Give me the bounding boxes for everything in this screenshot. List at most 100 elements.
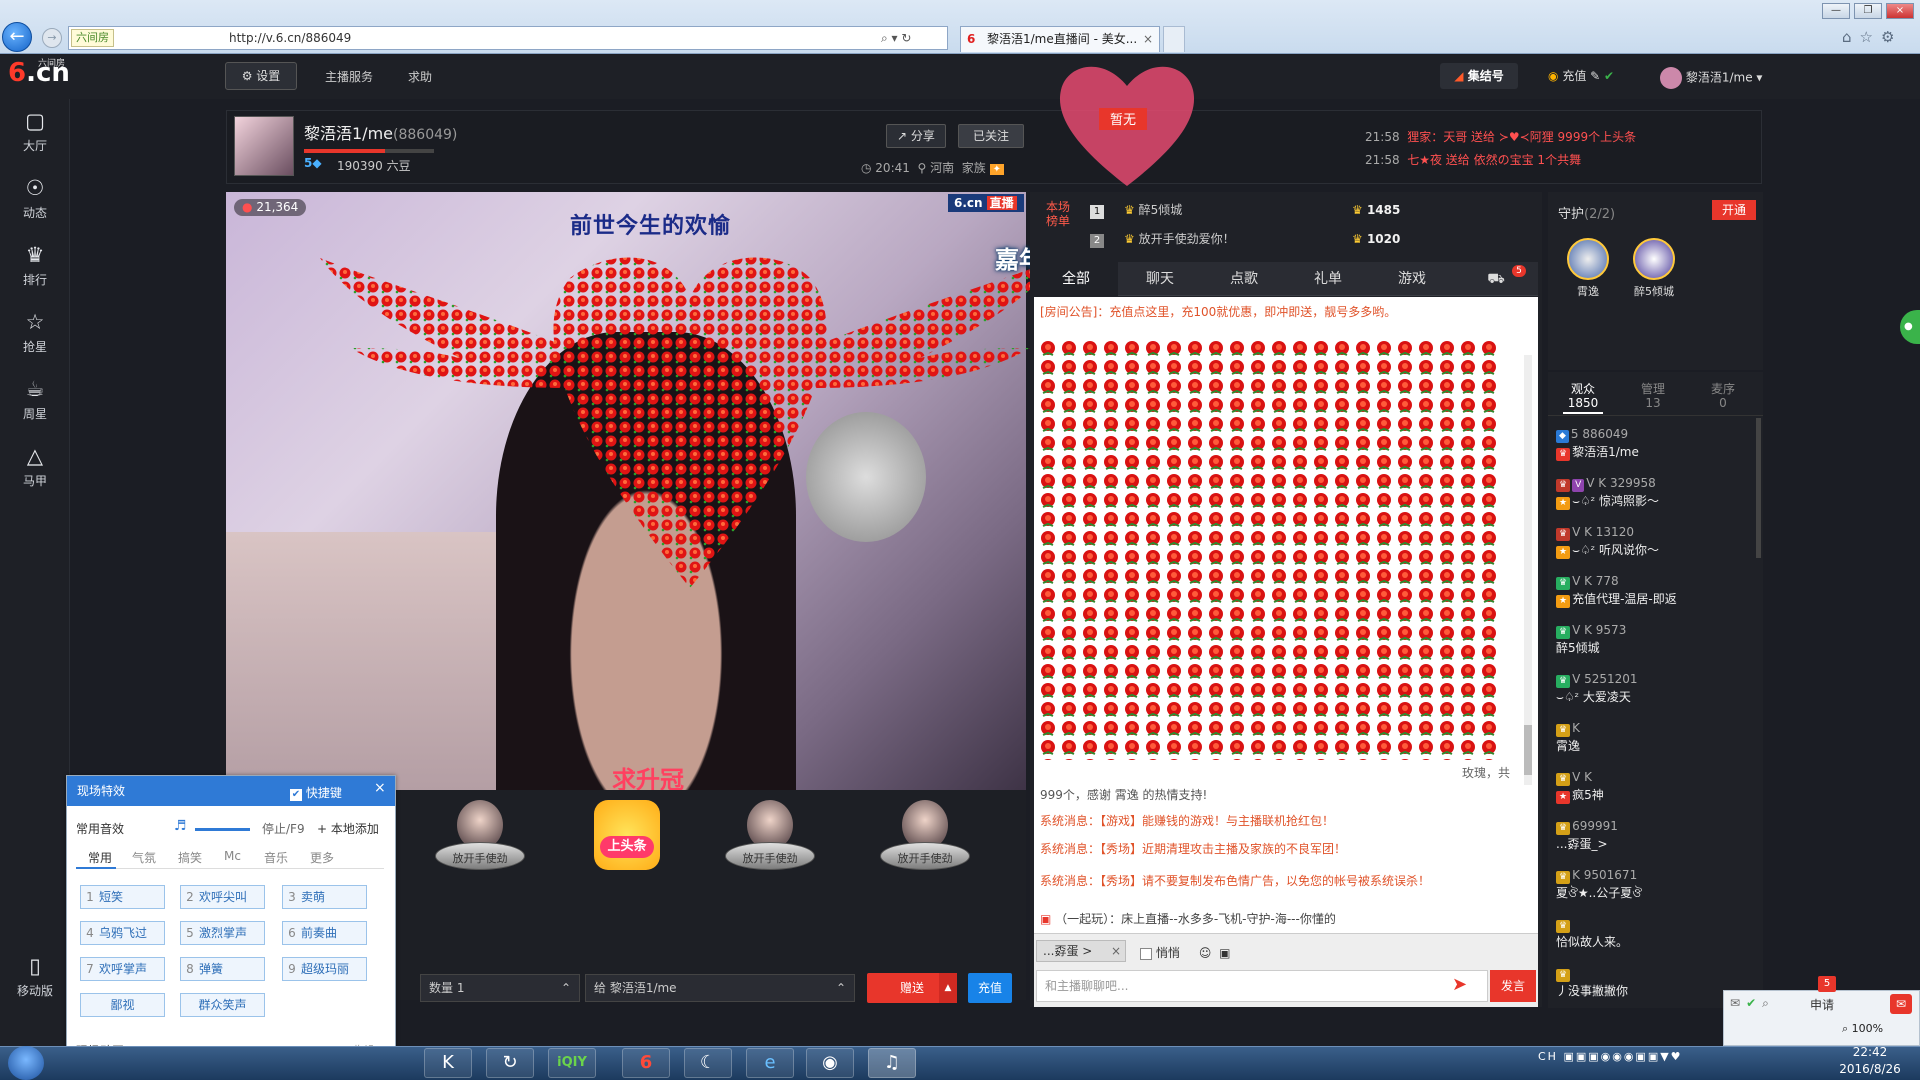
nav-item-vest[interactable]: △ 马甲 [0,434,70,500]
follow-button[interactable]: 已关注 [958,124,1024,148]
list-item[interactable]: ♛ K 9501671 夏ঔ★..公子夏ঔ [1556,866,1756,906]
favorites-icon[interactable]: ☆ [1860,28,1881,46]
tab-admin[interactable]: 管理 13 [1618,382,1688,410]
send-message-button[interactable]: 发言 [1490,970,1536,1002]
checkbox-icon[interactable]: ✔ [290,789,302,801]
sound-button[interactable]: 4 乌鸦飞过 [80,921,165,945]
tab-chat[interactable]: 聊天 [1118,262,1202,296]
nav-item-weekly[interactable]: ☕ 周星 [0,367,70,433]
gather-button[interactable]: ◢ 集结号 [1440,63,1518,89]
gift-item[interactable]: 放开手使劲 [725,800,815,880]
clock[interactable]: 22:42 2016/8/26 [1822,1044,1918,1078]
sound-button[interactable]: 9 超级玛丽 [282,957,367,981]
nav-item-feed[interactable]: ☉ 动态 [0,166,70,232]
home-icon[interactable]: ⌂ [1842,28,1860,46]
shortcut-toggle[interactable]: ✔ 快捷键 [290,784,342,801]
fx-tab[interactable]: 常用 [88,849,112,866]
help-link[interactable]: 求助 [408,68,432,85]
minimize-button[interactable]: — [1822,3,1850,19]
chat-scrollbar[interactable] [1524,355,1532,785]
restore-button[interactable]: ❐ [1854,3,1882,19]
settings-button[interactable]: ⚙ 设置 [225,62,297,90]
gift-item[interactable]: 放开手使劲 [880,800,970,880]
tab-audience[interactable]: 观众 1850 [1548,382,1618,410]
fx-tab[interactable]: Mc [224,849,241,863]
zoom-level[interactable]: ⌕ 100% [1842,1022,1883,1036]
apply-button[interactable]: 申请 [1810,994,1856,1016]
float-widget[interactable]: ● [1900,310,1920,344]
new-tab-button[interactable] [1163,26,1185,52]
list-item[interactable]: ♛ 恰似故人来。 [1556,915,1756,955]
list-item[interactable]: ♛ V K 13120 ★ ⌣♤ᶻ 听风说你～ [1556,523,1756,563]
list-item[interactable]: ♛ K 霄逸 [1556,719,1756,759]
forward-button[interactable]: → [42,28,62,48]
sound-button[interactable]: 2 欢呼尖叫 [180,885,265,909]
list-item[interactable]: ♛ 699991 ...孬蛋_> [1556,817,1756,857]
anchor-avatar[interactable] [234,116,294,176]
whisper-checkbox[interactable]: 悄悄 ☺ ▣ [1140,944,1230,961]
fx-tab[interactable]: 更多 [310,849,334,866]
list-item[interactable]: ♛ V 5251201 ⌣♤ᶻ 大爱凌天 [1556,670,1756,710]
user-menu[interactable]: 黎浯浯1/me ▾ [1660,67,1762,89]
nav-item-hall[interactable]: ▢ 大厅 [0,99,70,165]
sound-button[interactable]: 鄙视 [80,993,165,1017]
sound-button[interactable]: 群众笑声 [180,993,265,1017]
start-button[interactable] [8,1046,44,1080]
taskbar-app-icon[interactable]: ↻ [486,1048,534,1078]
audience-scrollbar[interactable] [1756,418,1761,558]
message-icon[interactable]: ✉ [1890,994,1912,1014]
tab-giftlist[interactable]: 礼单 [1286,262,1370,296]
taskbar-moon-icon[interactable]: ☾ [684,1048,732,1078]
rank-row[interactable]: 1 ♛ 醉5倾城 ♛ 1485 [1090,200,1530,220]
sound-button[interactable]: 5 激烈掌声 [180,921,265,945]
gift-item[interactable]: 放开手使劲 [435,800,525,880]
nav-item-mobile[interactable]: ▯ 移动版 [0,944,70,1010]
taskbar-6cn-icon[interactable]: 6 [622,1048,670,1078]
close-window-button[interactable]: × [1886,3,1914,19]
stop-sound-button[interactable]: 停止/F9 [262,820,305,837]
charge-button[interactable]: 充值 [968,973,1012,1003]
nav-item-rank[interactable]: ♛ 排行 [0,233,70,299]
guard-member[interactable]: 霄逸 [1558,238,1618,299]
rank-title[interactable]: 本场榜单 [1046,200,1076,228]
taskbar-kugou-icon[interactable]: K [424,1048,472,1078]
sound-button[interactable]: 7 欢呼掌声 [80,957,165,981]
zoom-icon[interactable]: ⌕ [1762,996,1775,1010]
sound-button[interactable]: 1 短笑 [80,885,165,909]
url-text[interactable]: http://v.6.cn/886049 [229,27,351,49]
tab-song[interactable]: 点歌 [1202,262,1286,296]
guard-member[interactable]: 醉5倾城 [1624,238,1684,299]
list-item[interactable]: ♛ V V K 329958 ★ ⌣♤ᶻ 惊鸿照影～ [1556,474,1756,514]
taskbar-qq-icon[interactable]: ◉ [806,1048,854,1078]
chat-input[interactable]: 和主播聊聊吧... [1036,970,1488,1002]
add-local-button[interactable]: + 本地添加 [317,820,379,837]
volume-slider[interactable] [195,828,250,831]
recharge-link[interactable]: ◉ 充值 ✎ ✔ [1548,67,1614,84]
list-item[interactable]: ♛ V K 778 ★ 充值代理-温居-即返 [1556,572,1756,612]
sound-button[interactable]: 3 卖萌 [282,885,367,909]
fx-tab[interactable]: 搞笑 [178,849,202,866]
rank-row[interactable]: 2 ♛ 放开手使劲爱你！ ♛ 1020 [1090,229,1530,249]
gear-icon[interactable]: ⚙ [1881,28,1902,46]
fx-tab[interactable]: 气氛 [132,849,156,866]
list-item[interactable]: ♛ V K ★ 疯5神 [1556,768,1756,808]
sound-button[interactable]: 8 弹簧 [180,957,265,981]
taskbar-mic-icon[interactable]: ♫ [868,1048,916,1078]
open-guard-button[interactable]: 开通 [1712,200,1756,220]
tab-mic-queue[interactable]: 麦序 0 [1688,382,1758,410]
mail-icon[interactable]: ✉ [1730,996,1746,1010]
host-service-link[interactable]: 主播服务 [325,68,373,85]
search-icon[interactable]: ⌕ ▾ ↻ [881,27,911,49]
address-bar[interactable]: 六间房 http://v.6.cn/886049 ⌕ ▾ ↻ [68,26,948,50]
emoji-icon[interactable]: ☺ [1199,946,1212,960]
send-gift-button[interactable]: 赠送 ▲ [867,973,957,1003]
recipient-select[interactable]: 给 黎浯浯1/me ⌃ [585,974,855,1002]
close-icon[interactable]: × [1111,941,1121,961]
site-logo[interactable]: 6.cn 六间房 [8,58,74,94]
mention-target[interactable]: ...孬蛋 > × [1036,940,1126,962]
nav-item-star[interactable]: ☆ 抢星 [0,300,70,366]
send-arrow-icon[interactable]: ➤ [1452,974,1467,995]
tab-all[interactable]: 全部 [1034,262,1118,296]
edit-icon[interactable]: ✎ [1590,69,1600,83]
list-item[interactable]: ◆ 5 886049 ♛ 黎浯浯1/me [1556,425,1756,465]
